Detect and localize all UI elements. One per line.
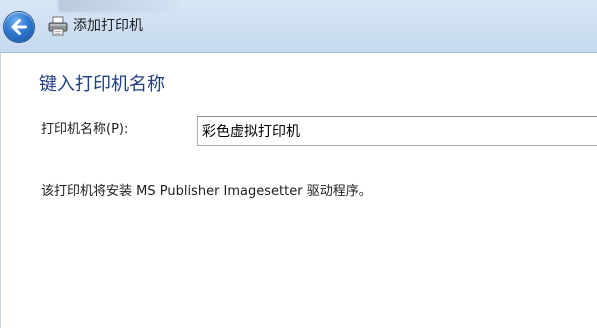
printer-name-input[interactable]: [197, 116, 597, 146]
printer-icon: [48, 16, 68, 36]
page-heading: 键入打印机名称: [39, 74, 165, 95]
window-title: 添加打印机: [73, 18, 143, 34]
blurred-caption-ghost: [58, 0, 178, 12]
back-button[interactable]: [4, 12, 34, 42]
content-area: 键入打印机名称 打印机名称(P): 该打印机将安装 MS Publisher I…: [0, 53, 597, 328]
add-printer-window: 添加打印机 键入打印机名称 打印机名称(P): 该打印机将安装 MS Publi…: [0, 0, 597, 328]
title-bar: 添加打印机: [0, 0, 597, 53]
driver-info-text: 该打印机将安装 MS Publisher Imagesetter 驱动程序。: [41, 184, 372, 199]
printer-name-label: 打印机名称(P):: [41, 122, 129, 137]
back-arrow-icon: [11, 19, 27, 35]
